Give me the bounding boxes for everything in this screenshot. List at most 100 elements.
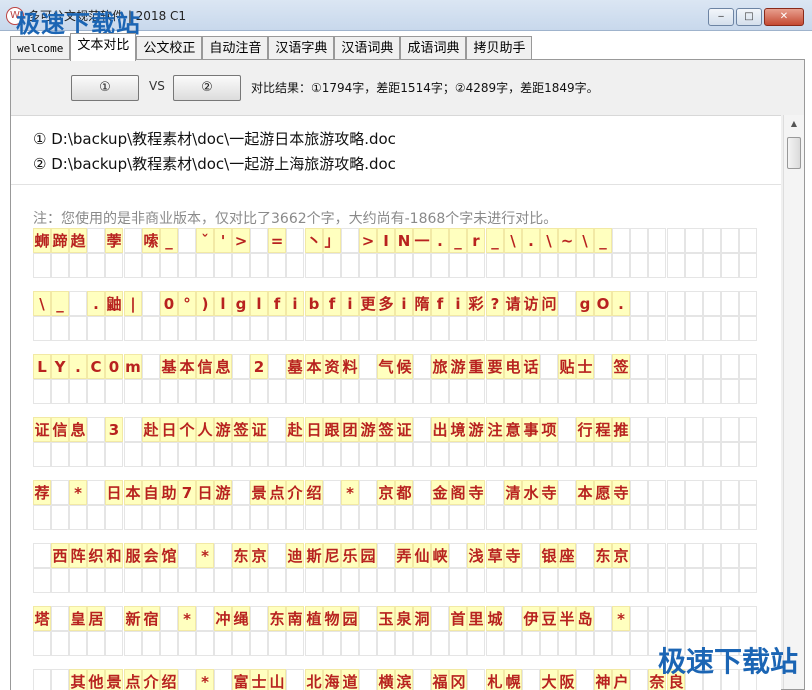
tab-text-compare[interactable]: 文本对比 [70,33,137,61]
maximize-icon[interactable]: □ [736,8,762,26]
window-controls: ‒ □ ✕ [708,8,804,26]
grid-cell [178,543,196,568]
grid-cell [576,543,594,568]
close-icon[interactable]: ✕ [764,8,804,26]
grid-cell: 和 [105,543,123,568]
tab-copy-helper[interactable]: 拷贝助手 [466,36,533,61]
select-file-1-button[interactable]: ① [71,75,139,101]
grid-cell [286,669,304,690]
grid-cell-empty [286,568,304,593]
grid-cell-empty [721,316,739,341]
grid-cell [286,228,304,253]
tab-auto-pinyin[interactable]: 自动注音 [202,36,269,61]
grid-cell: 电 [504,354,522,379]
grid-cell-empty [685,379,703,404]
grid-cell [558,480,576,505]
grid-cell: 事 [522,417,540,442]
grid-cell-empty [232,631,250,656]
grid-cell [359,669,377,690]
vertical-scrollbar[interactable]: ▲ [783,115,804,689]
tab-chinese-word-dictionary[interactable]: 汉语词典 [334,36,401,61]
grid-cell: 人 [196,417,214,442]
grid-cell-empty [594,379,612,404]
grid-cell-empty [178,253,196,278]
grid-cell-empty [721,568,739,593]
grid-cell-empty [305,631,323,656]
grid-cell-empty [739,316,757,341]
grid-cell-empty [286,442,304,467]
select-file-2-button[interactable]: ② [173,75,241,101]
document-view[interactable]: ① D:\backup\教程素材\doc\一起游日本旅游攻略.doc ② D:\… [11,115,781,690]
grid-cell: 弄 [395,543,413,568]
grid-cell: ° [178,291,196,316]
grid-cell [449,543,467,568]
grid-cell-empty [305,316,323,341]
grid-cell: \ [504,228,522,253]
grid-cell [268,354,286,379]
grid-cell-empty [250,568,268,593]
grid-cell-empty [124,568,142,593]
grid-cell [359,354,377,379]
grid-cell: 金 [431,480,449,505]
minimize-icon[interactable]: ‒ [708,8,734,26]
scroll-up-icon[interactable]: ▲ [784,115,804,132]
grid-cell [341,228,359,253]
grid-cell [250,606,268,631]
grid-cell-empty [142,253,160,278]
tab-chinese-character-dictionary[interactable]: 汉语字典 [268,36,335,61]
tab-document-correction[interactable]: 公文校正 [136,36,203,61]
grid-cell-empty [630,253,648,278]
grid-cell-empty [467,568,485,593]
grid-cell: 行 [576,417,594,442]
grid-cell [685,228,703,253]
grid-cell: 蹄 [51,228,69,253]
grid-cell-empty [305,505,323,530]
grid-cell-empty [87,253,105,278]
grid-cell: 证 [33,417,51,442]
tab-welcome[interactable]: welcome [10,36,71,61]
grid-cell: 境 [449,417,467,442]
grid-cell [667,417,685,442]
grid-cell-empty [142,505,160,530]
scroll-thumb[interactable] [787,137,801,169]
grid-cell-empty [667,442,685,467]
grid-cell-empty [105,568,123,593]
grid-cell-empty [51,379,69,404]
tab-idiom-dictionary[interactable]: 成语词典 [400,36,467,61]
grid-cell: 北 [305,669,323,690]
grid-cell-empty [576,442,594,467]
grid-cell: 寺 [540,480,558,505]
grid-cell-empty [51,442,69,467]
grid-cell: \ [576,228,594,253]
grid-cell-empty [33,379,51,404]
grid-cell-empty [160,631,178,656]
grid-cell-empty [703,253,721,278]
grid-cell-empty [341,442,359,467]
grid-cell-empty [648,379,666,404]
grid-cell: > [359,228,377,253]
grid-cell-empty [413,316,431,341]
grid-cell-empty [395,253,413,278]
grid-cell-empty [69,442,87,467]
grid-cell: 本 [124,480,142,505]
grid-cell-empty [51,505,69,530]
grid-cell: Y [51,354,69,379]
grid-cell: 塔 [33,606,51,631]
grid-cell [576,669,594,690]
grid-cell: g [232,291,250,316]
grid-cell-empty [33,316,51,341]
grid-cell [630,543,648,568]
grid-cell: 其 [69,669,87,690]
grid-cell: 道 [341,669,359,690]
grid-cell-empty [522,505,540,530]
grid-cell [721,354,739,379]
grid-cell: 海 [323,669,341,690]
grid-cell-empty [540,442,558,467]
grid-cell: 首 [449,606,467,631]
grid-cell: l [214,291,232,316]
grid-cell-empty [449,316,467,341]
grid-cell-empty [250,253,268,278]
grid-cell: m [124,354,142,379]
grid-cell-empty [359,253,377,278]
grid-cell-empty [250,379,268,404]
